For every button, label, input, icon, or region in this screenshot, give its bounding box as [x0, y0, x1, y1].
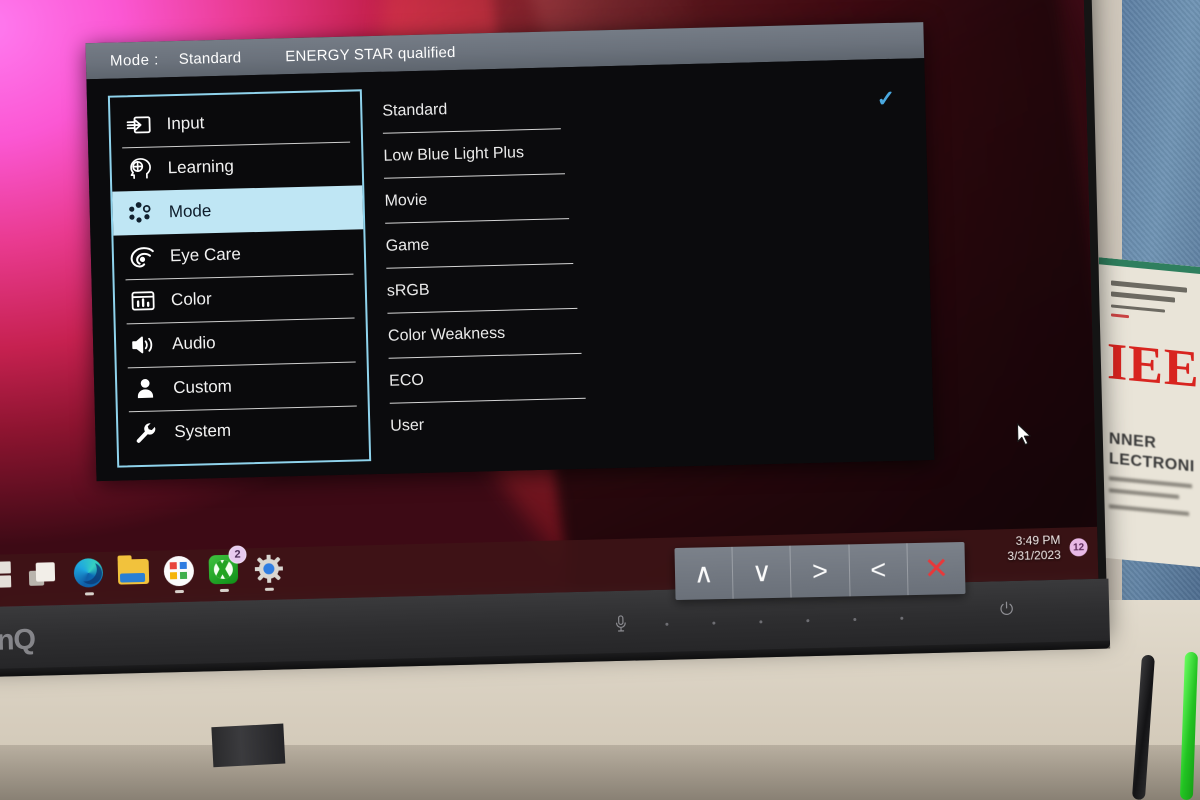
clock-time: 3:49 PM [1015, 532, 1061, 548]
start-icon[interactable] [0, 558, 15, 592]
background-poster: IEE NNER LECTRONI [1096, 256, 1200, 568]
sidebar-item-learning[interactable]: Learning [111, 141, 362, 191]
taskbar-clock[interactable]: 3:49 PM 3/31/2023 [1007, 533, 1061, 564]
sidebar-item-label: Audio [171, 333, 216, 354]
option-label: ECO [388, 371, 425, 390]
audio-icon [129, 332, 160, 359]
option-label: Game [385, 236, 430, 255]
sidebar-item-custom[interactable]: Custom [117, 361, 368, 411]
poster-subtitle-2: LECTRONI [1109, 450, 1195, 476]
sidebar-item-label: System [174, 420, 232, 442]
file-explorer-icon[interactable] [117, 555, 151, 589]
poster-blurred-text [1109, 476, 1192, 489]
running-indicator [264, 587, 274, 591]
bezel-control-dots[interactable] [665, 616, 904, 626]
benq-monitor: 2 3:49 PM 3/31/2023 12 Mode: Standard E… [0, 0, 1111, 768]
running-indicator [84, 592, 94, 596]
poster-blurred-text [1109, 504, 1189, 516]
settings-gear-icon[interactable] [251, 551, 285, 591]
running-indicator [219, 588, 229, 593]
monitor-screen: 2 3:49 PM 3/31/2023 12 Mode: Standard E… [0, 0, 1099, 608]
poster-subtitle-1: NNER [1109, 430, 1157, 452]
osd-body: Input Learning Mode Eye Care Color Audio… [86, 58, 935, 482]
osd-mode-label: Mode : [109, 50, 160, 70]
option-label: Low Blue Light Plus [383, 143, 525, 165]
edge-icon[interactable] [72, 556, 106, 596]
up-button[interactable]: ∧ [674, 546, 734, 601]
option-label: Color Weakness [387, 324, 506, 345]
custom-icon [130, 376, 161, 403]
sidebar-item-color[interactable]: Color [115, 273, 366, 323]
color-icon [128, 288, 159, 315]
xbox-icon[interactable]: 2 [206, 545, 247, 593]
task-view-icon[interactable] [27, 557, 61, 591]
screenshot-root: IEE NNER LECTRONI 2 3:49 PM 3/31/2023 12… [0, 0, 1200, 800]
left-button[interactable]: < [849, 543, 909, 597]
benq-logo: enQ [0, 623, 36, 658]
system-tray: 3:49 PM 3/31/2023 12 [1007, 532, 1088, 564]
sidebar-item-mode[interactable]: Mode [112, 185, 364, 236]
sidebar-item-eye-care[interactable]: Eye Care [113, 229, 364, 279]
poster-headline: IEE [1107, 333, 1200, 399]
check-icon: ✓ [876, 85, 896, 111]
option-label: sRGB [386, 281, 430, 300]
sidebar-item-system[interactable]: System [118, 405, 369, 455]
taskbar-icon-group: 2 [0, 545, 285, 596]
poster-blurred-text [1109, 488, 1179, 499]
energy-star-label: ENERGY STAR qualified [285, 43, 456, 65]
sidebar-item-input[interactable]: Input [110, 97, 361, 147]
office-icon[interactable] [161, 554, 195, 594]
monitor-stand-neck [211, 723, 286, 768]
xbox-notification-badge: 2 [228, 545, 247, 564]
sidebar-item-label: Input [166, 113, 205, 134]
poster-text-line [1111, 313, 1129, 319]
poster-text-line [1111, 304, 1165, 313]
down-button[interactable]: ∨ [732, 545, 792, 599]
sidebar-item-label: Color [170, 289, 212, 310]
learning-icon [124, 156, 155, 183]
mode-icon [126, 200, 157, 227]
microphone-icon [615, 615, 627, 637]
option-label: Standard [382, 100, 448, 120]
system-icon [131, 419, 162, 446]
notification-badge[interactable]: 12 [1069, 538, 1088, 557]
option-label: User [390, 416, 425, 435]
poster-text-line [1111, 280, 1187, 293]
option-label: Movie [384, 191, 428, 210]
sidebar-item-audio[interactable]: Audio [116, 317, 367, 367]
sidebar-item-label: Mode [168, 201, 212, 222]
sidebar-item-label: Learning [167, 156, 235, 178]
power-button-icon[interactable] [999, 601, 1015, 621]
mouse-cursor [1016, 422, 1033, 446]
close-button[interactable]: ✕ [907, 542, 965, 595]
input-icon [123, 112, 154, 139]
eye-care-icon [127, 244, 158, 271]
clock-date: 3/31/2023 [1007, 547, 1061, 564]
sidebar-item-label: Custom [173, 376, 233, 398]
poster-text-line [1111, 291, 1175, 303]
osd-options-list: Standard ✓ Low Blue Light Plus Movie Gam… [382, 75, 922, 460]
osd-menu: Mode : Standard ENERGY STAR qualified In… [85, 22, 935, 482]
osd-sidebar: Input Learning Mode Eye Care Color Audio… [107, 89, 372, 468]
right-button[interactable]: > [790, 544, 851, 598]
sidebar-item-label: Eye Care [169, 244, 242, 266]
osd-key-bar: ∧ ∨ > < ✕ [674, 541, 966, 601]
running-indicator [174, 589, 184, 594]
desk-shadow [0, 745, 1200, 800]
osd-mode-value: Standard [178, 48, 242, 68]
